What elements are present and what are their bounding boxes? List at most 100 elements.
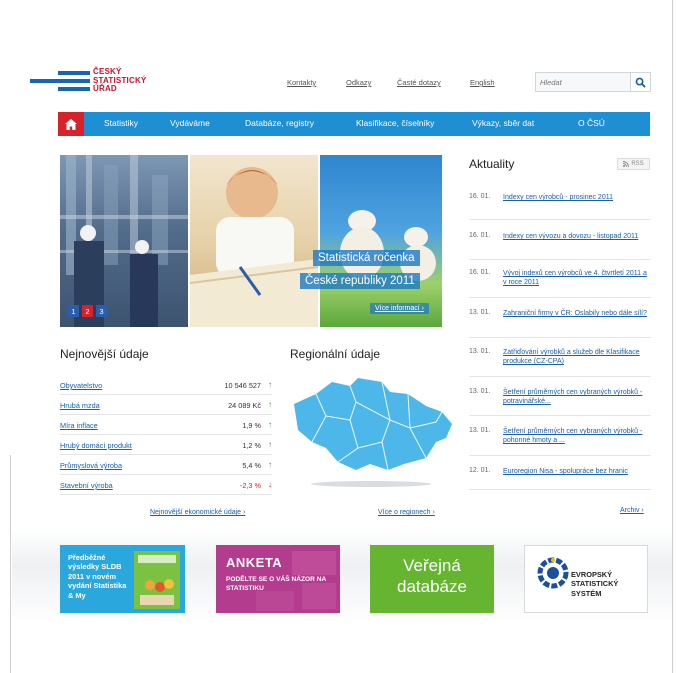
news-item: 16. 01. Indexy cen výrobců - prosinec 20… (469, 180, 651, 220)
news-item: 12. 01. Euroregion Nisa - spolupráce bez… (469, 456, 651, 490)
arrow-up-icon: ↑ (268, 420, 272, 429)
news-date: 13. 01. (469, 388, 491, 395)
regional-more-link[interactable]: Více o regionech › (378, 509, 435, 516)
hero-pager: 1 2 3 (68, 305, 107, 317)
nav-item-vydavame[interactable]: Vydáváme (170, 118, 210, 128)
row-label[interactable]: Obyvatelstvo (60, 381, 102, 390)
czech-map[interactable] (286, 372, 456, 490)
nav-item-statistiky[interactable]: Statistiky (104, 118, 138, 128)
latest-heading: Nejnovější údaje (60, 347, 149, 361)
latest-table: Obyvatelstvo 10 546 527 ↑ Hrubá mzda 24 … (60, 375, 272, 495)
nav-item-databaze[interactable]: Databáze, registry (245, 118, 314, 128)
table-row: Hrubý domácí produkt 1,2 % ↑ (60, 435, 272, 455)
news-title[interactable]: Zahraniční firmy v ČR: Oslabily nebo dál… (503, 309, 651, 318)
search-input[interactable] (540, 76, 628, 88)
nav-item-o-csu[interactable]: O ČSÚ (578, 118, 605, 128)
rss-icon (623, 161, 630, 167)
banner-anketa-text: PODĚLTE SE O VÁŠ NÁZOR NA STATISTIKU (226, 576, 327, 592)
arrow-down-icon: ↓ (268, 480, 272, 489)
news-item: 16. 01. Indexy cen vývozu a dovozu - lis… (469, 220, 651, 260)
hero-photo-child (189, 155, 319, 327)
archive-link[interactable]: Archiv › (620, 507, 644, 514)
banner-anketa[interactable]: ANKETA PODĚLTE SE O VÁŠ NÁZOR NA STATIST… (216, 545, 340, 613)
link-odkazy[interactable]: Odkazy (346, 78, 371, 87)
table-row: Stavební výroba -2,3 % ↓ (60, 475, 272, 495)
search-button[interactable] (630, 73, 650, 91)
news-date: 12. 01. (469, 467, 491, 474)
rss-button[interactable]: RSS (617, 158, 650, 170)
link-caste-dotazy[interactable]: Časté dotazy (397, 78, 441, 87)
news-item: 16. 01. Vývoj indexů cen výrobců ve 4. č… (469, 260, 651, 298)
hero-photo-sheep (320, 155, 442, 327)
latest-more-link[interactable]: Nejnovější ekonomické údaje › (150, 509, 245, 516)
child-illustration (189, 167, 319, 327)
row-value: 5,4 % (242, 461, 261, 470)
hero-caption-line2: České republiky 2011 (300, 273, 420, 289)
hero-more-link[interactable]: Více informací › (370, 303, 430, 314)
news-date: 16. 01. (469, 269, 491, 276)
hero-page-button[interactable]: 3 (96, 305, 107, 317)
news-title[interactable]: Indexy cen výrobců - prosinec 2011 (503, 193, 651, 202)
news-title[interactable]: Euroregion Nisa - spolupráce bez hranic (503, 467, 651, 476)
logo-stripe (58, 71, 90, 75)
ess-logo-icon (537, 557, 569, 589)
news-title[interactable]: Vývoj indexů cen výrobců ve 4. čtvrtletí… (503, 269, 651, 287)
logo-text: ČESKÝ STATISTICKÝ ÚŘAD (93, 67, 146, 94)
table-row: Obyvatelstvo 10 546 527 ↑ (60, 375, 272, 395)
row-label[interactable]: Hrubý domácí produkt (60, 441, 132, 450)
news-title[interactable]: Šetření průměrných cen vybraných výrobků… (503, 427, 651, 445)
news-item: 13. 01. Šetření průměrných cen vybraných… (469, 377, 651, 416)
nav-item-klasifikace[interactable]: Klasifikace, číselníky (356, 118, 434, 128)
table-row: Průmyslová výroba 5,4 % ↑ (60, 455, 272, 475)
hero-slider[interactable]: Statistická ročenka České republiky 2011… (60, 155, 442, 327)
search-box (535, 72, 651, 92)
banner-ess[interactable]: EVROPSKÝ STATISTICKÝ SYSTÉM (524, 545, 648, 613)
arrow-up-icon: ↑ (268, 440, 272, 449)
hero-page-button[interactable]: 1 (68, 305, 79, 317)
news-date: 16. 01. (469, 232, 491, 239)
regional-heading: Regionální údaje (290, 347, 381, 361)
csu-logo[interactable]: ČESKÝ STATISTICKÝ ÚŘAD (30, 67, 170, 100)
page-frame-line (672, 0, 673, 673)
row-label[interactable]: Průmyslová výroba (60, 461, 122, 470)
home-icon (65, 118, 77, 130)
news-title[interactable]: Zatřiďování výrobků a služeb dle Klasifi… (503, 348, 651, 366)
news-item: 13. 01. Zahraniční firmy v ČR: Oslabily … (469, 298, 651, 338)
banner-sldb[interactable]: Předběžné výsledky SLDB 2011 v novém vyd… (60, 545, 185, 613)
row-value: 1,2 % (242, 441, 261, 450)
logo-stripe (58, 87, 90, 91)
link-kontakty[interactable]: Kontakty (287, 78, 316, 87)
banner-ess-text: EVROPSKÝ STATISTICKÝ SYSTÉM (571, 570, 619, 598)
news-title[interactable]: Šetření průměrných cen vybraných výrobků… (503, 388, 651, 406)
news-list: 16. 01. Indexy cen výrobců - prosinec 20… (469, 180, 651, 490)
row-label[interactable]: Míra inflace (60, 421, 98, 430)
banner-sldb-text: Předběžné výsledky SLDB 2011 v novém vyd… (68, 553, 127, 600)
news-date: 13. 01. (469, 427, 491, 434)
news-item: 13. 01. Šetření průměrných cen vybraných… (469, 416, 651, 456)
banner-databaze-text: Veřejná databáze (397, 556, 467, 596)
sheep-illustration (340, 210, 436, 281)
table-row: Míra inflace 1,9 % ↑ (60, 415, 272, 435)
hero-photo-industry (60, 155, 188, 327)
home-button[interactable] (58, 112, 84, 136)
row-value: 1,9 % (242, 421, 261, 430)
banner-databaze[interactable]: Veřejná databáze (370, 545, 494, 613)
magazine-image (134, 551, 180, 609)
news-date: 13. 01. (469, 348, 491, 355)
row-value: -2,3 % (239, 481, 261, 490)
row-label[interactable]: Hrubá mzda (60, 401, 100, 410)
link-english[interactable]: English (470, 78, 495, 87)
page-frame-line (10, 455, 11, 673)
industry-illustration (60, 155, 188, 327)
main-nav: Statistiky Vydáváme Databáze, registry K… (58, 112, 650, 136)
banner-anketa-title: ANKETA (226, 555, 283, 570)
arrow-up-icon: ↑ (268, 460, 272, 469)
row-value: 10 546 527 (224, 381, 261, 390)
news-date: 13. 01. (469, 309, 491, 316)
arrow-up-icon: ↑ (268, 400, 272, 409)
hero-page-button-active[interactable]: 2 (82, 305, 93, 317)
table-row: Hrubá mzda 24 089 Kč ↑ (60, 395, 272, 415)
row-label[interactable]: Stavební výroba (60, 481, 113, 490)
news-title[interactable]: Indexy cen vývozu a dovozu - listopad 20… (503, 232, 651, 241)
nav-item-vykazy[interactable]: Výkazy, sběr dat (472, 118, 534, 128)
